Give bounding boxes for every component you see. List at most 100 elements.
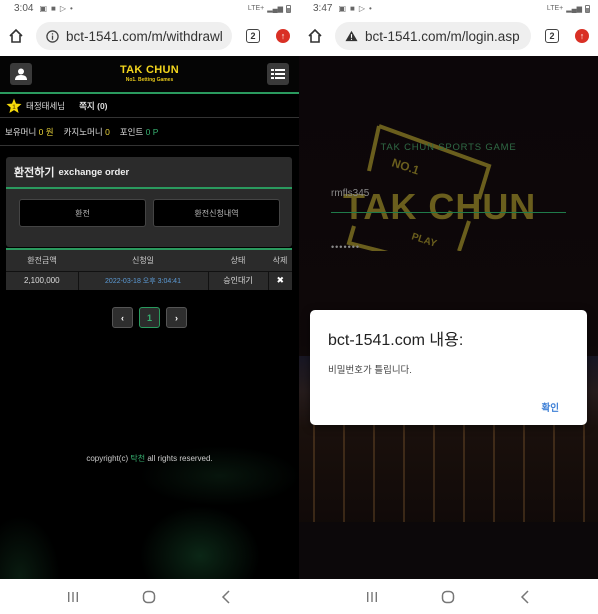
list-menu-icon bbox=[271, 69, 285, 79]
home-icon bbox=[9, 28, 23, 43]
logo-subtitle: No1. Betting Games bbox=[125, 77, 174, 83]
copyright-prefix: copyright(c) bbox=[86, 454, 129, 463]
status-time: 3:47 bbox=[313, 3, 333, 14]
messages-link[interactable]: 쪽지 (0) bbox=[79, 100, 107, 112]
exchange-table: 환전금액 신청일 상태 삭제 2,100,000 2022-03-18 오후 3… bbox=[6, 248, 292, 290]
recent-apps-button[interactable] bbox=[362, 587, 382, 607]
username-input[interactable]: rmfls345 bbox=[331, 188, 369, 199]
dot-icon: • bbox=[70, 4, 73, 13]
play-store-icon: ▷ bbox=[358, 4, 366, 13]
site-logo[interactable]: TAK CHUN No1. Betting Games bbox=[120, 65, 179, 83]
info-icon[interactable] bbox=[46, 29, 60, 43]
balance-points: 포인트 0 P bbox=[120, 126, 159, 138]
exchange-title-ko: 환전하기 bbox=[14, 167, 55, 179]
cell-status: 승인대기 bbox=[207, 270, 268, 290]
pagination: ‹ 1 › bbox=[0, 307, 299, 328]
notification-icons: ▣ ■ ▷ • bbox=[39, 4, 72, 13]
battery-icon bbox=[286, 4, 291, 13]
status-bar: 3:47 ▣ ■ ▷ • LTE+ ▂▄▆ bbox=[299, 0, 598, 17]
battery-icon bbox=[585, 4, 590, 13]
background-title: TAK CHUN bbox=[343, 186, 537, 227]
gallery-icon: ▣ bbox=[338, 4, 347, 13]
play-store-icon: ▷ bbox=[59, 4, 67, 13]
balance-casino: 카지노머니 0 bbox=[64, 126, 110, 138]
password-input[interactable]: ••••••• bbox=[331, 242, 360, 252]
balance-value: 0 원 bbox=[38, 126, 54, 137]
copyright-brand: 탁천 bbox=[130, 454, 146, 463]
signal-icon: ▂▄▆ bbox=[566, 5, 582, 13]
exchange-history-button[interactable]: 환전신청내역 bbox=[153, 199, 280, 227]
menu-button[interactable] bbox=[267, 63, 289, 85]
tab-switcher-button[interactable]: 2 bbox=[545, 29, 559, 43]
chat-icon: ■ bbox=[51, 4, 56, 13]
browser-toolbar: bct-1541.com/m/login.asp 2 ↑ bbox=[299, 17, 598, 55]
update-icon[interactable]: ↑ bbox=[575, 29, 589, 43]
login-tagline: TAK CHUN SPORTS GAME bbox=[380, 142, 517, 153]
copyright-suffix: all rights reserved. bbox=[147, 454, 213, 463]
recent-apps-button[interactable] bbox=[63, 587, 83, 607]
back-chevron-icon bbox=[520, 589, 529, 604]
address-bar[interactable]: bct-1541.com/m/withdrawl bbox=[36, 22, 232, 50]
username: 태정태세님 bbox=[26, 100, 66, 111]
site-header: TAK CHUN No1. Betting Games bbox=[0, 56, 299, 94]
back-button[interactable] bbox=[515, 587, 535, 607]
footer-copyright: copyright(c) 탁천 all rights reserved. bbox=[0, 453, 299, 464]
notification-icons: ▣ ■ ▷ • bbox=[338, 4, 371, 13]
col-delete: 삭제 bbox=[268, 249, 292, 271]
gallery-icon: ▣ bbox=[39, 4, 48, 13]
home-button[interactable] bbox=[6, 26, 26, 46]
prev-page-button[interactable]: ‹ bbox=[112, 307, 133, 328]
split-screenshots: 3:04 ▣ ■ ▷ • LTE+ ▂▄▆ bct-1541.com/m/wit… bbox=[0, 0, 598, 614]
network-label: LTE+ bbox=[247, 5, 265, 12]
dialog-message: 비밀번호가 틀립니다. bbox=[328, 365, 412, 376]
balance-label: 보유머니 bbox=[5, 126, 37, 137]
url-text: bct-1541.com/m/withdrawl bbox=[66, 28, 223, 44]
balance-value: 0 P bbox=[145, 126, 159, 137]
page-bottom-band bbox=[299, 522, 598, 579]
back-button[interactable] bbox=[216, 587, 236, 607]
login-page: NO.1 PLAY TAK CHUN SPORTS GAME TAK CHUN … bbox=[299, 56, 598, 579]
username-underline bbox=[331, 212, 566, 213]
url-text: bct-1541.com/m/login.asp bbox=[365, 28, 520, 44]
page-1-button[interactable]: 1 bbox=[139, 307, 160, 328]
user-info-row: 1 태정태세님 쪽지 (0) bbox=[0, 94, 299, 118]
col-date: 신청일 bbox=[78, 249, 208, 271]
recent-apps-icon bbox=[367, 591, 378, 602]
dialog-ok-button[interactable]: 확인 bbox=[542, 400, 559, 414]
table-header-row: 환전금액 신청일 상태 삭제 bbox=[6, 249, 292, 271]
alert-dialog: bct-1541.com 내용: 비밀번호가 틀립니다. 확인 bbox=[310, 310, 587, 425]
next-page-button[interactable]: › bbox=[166, 307, 187, 328]
address-bar[interactable]: bct-1541.com/m/login.asp bbox=[335, 22, 531, 50]
home-icon bbox=[308, 28, 322, 43]
col-amount: 환전금액 bbox=[6, 249, 78, 271]
chat-icon: ■ bbox=[350, 4, 355, 13]
user-icon bbox=[15, 68, 27, 80]
bg-no1-text: NO.1 bbox=[390, 156, 421, 178]
cell-amount: 2,100,000 bbox=[6, 270, 78, 290]
balance-row: 보유머니 0 원 카지노머니 0 포인트 0 P bbox=[0, 118, 299, 146]
home-nav-button[interactable] bbox=[438, 587, 458, 607]
status-bar: 3:04 ▣ ■ ▷ • LTE+ ▂▄▆ bbox=[0, 0, 299, 17]
profile-button[interactable] bbox=[10, 63, 32, 85]
tab-switcher-button[interactable]: 2 bbox=[246, 29, 260, 43]
home-circle-icon bbox=[442, 590, 455, 603]
recent-apps-icon bbox=[68, 591, 79, 602]
dialog-title: bct-1541.com 내용: bbox=[328, 332, 464, 349]
update-icon[interactable]: ↑ bbox=[276, 29, 290, 43]
balance-value: 0 bbox=[105, 126, 110, 137]
warning-icon[interactable] bbox=[345, 30, 359, 42]
login-screen: 3:47 ▣ ■ ▷ • LTE+ ▂▄▆ bct-1541.com/m/log… bbox=[299, 0, 598, 614]
delete-icon[interactable]: ✖ bbox=[267, 270, 292, 290]
exchange-title-en: exchange order bbox=[58, 166, 130, 178]
withdrawal-page: TAK CHUN No1. Betting Games 1 태정태세님 쪽지 (… bbox=[0, 56, 299, 579]
browser-toolbar: bct-1541.com/m/withdrawl 2 ↑ bbox=[0, 17, 299, 55]
balance-holding: 보유머니 0 원 bbox=[5, 126, 54, 138]
status-time: 3:04 bbox=[14, 3, 34, 14]
android-nav-bar bbox=[299, 579, 598, 614]
logo-title: TAK CHUN bbox=[119, 64, 180, 76]
withdrawal-screen: 3:04 ▣ ■ ▷ • LTE+ ▂▄▆ bct-1541.com/m/wit… bbox=[0, 0, 299, 614]
home-nav-button[interactable] bbox=[139, 587, 159, 607]
exchange-button[interactable]: 환전 bbox=[19, 199, 146, 227]
home-button[interactable] bbox=[305, 26, 325, 46]
bg-play-text: PLAY bbox=[410, 231, 438, 250]
